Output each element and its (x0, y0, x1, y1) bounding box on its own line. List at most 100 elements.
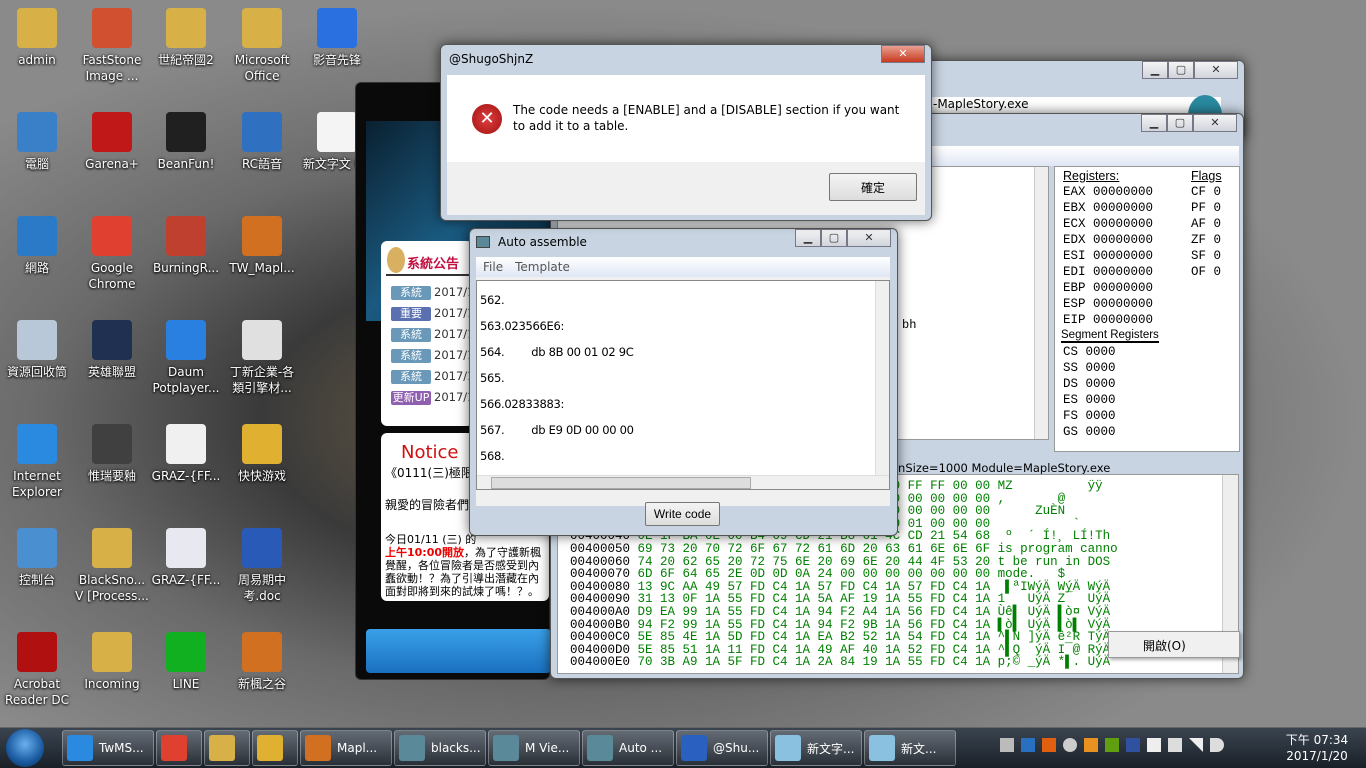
desktop-icon[interactable]: BeanFun! (149, 112, 223, 172)
announce-row[interactable]: 系統 2017/1 (391, 285, 474, 300)
maximize-button[interactable]: ▢ (1168, 61, 1194, 79)
flag-zf[interactable]: ZF 0 (1191, 233, 1221, 247)
flag-af[interactable]: AF 0 (1191, 217, 1221, 231)
desktop-icon[interactable]: 惟瑞要釉 (75, 424, 149, 484)
action-center-flag-icon[interactable] (1147, 738, 1161, 752)
start-button[interactable] (6, 729, 44, 767)
announce-row[interactable]: 重要 2017/1 (391, 306, 474, 321)
desktop-icon[interactable]: Garena+ (75, 112, 149, 172)
register-edx[interactable]: EDX 00000000 (1063, 233, 1153, 247)
desktop-icon[interactable]: Acrobat Reader DC (0, 632, 74, 708)
desktop-icon[interactable]: Microsoft Office (225, 8, 299, 84)
maximize-button[interactable]: ▢ (821, 229, 847, 247)
register-edi[interactable]: EDI 00000000 (1063, 265, 1153, 279)
vertical-scrollbar[interactable] (875, 281, 889, 475)
desktop-icon[interactable]: GRAZ-{FF... (149, 424, 223, 484)
desktop-icon[interactable]: 世紀帝國2 (149, 8, 223, 68)
menu-item-open[interactable]: 開啟(O) (1109, 632, 1239, 654)
minimize-button[interactable]: ▁ (795, 229, 821, 247)
desktop-icon-label: Incoming (84, 677, 140, 691)
taskbar-item[interactable]: 新文字... (770, 730, 862, 766)
close-button[interactable]: ✕ (881, 45, 925, 63)
taskbar-item[interactable] (204, 730, 250, 766)
announce-row[interactable]: 系統 2017/1 (391, 348, 474, 363)
flag-pf[interactable]: PF 0 (1191, 201, 1221, 215)
desktop-icon[interactable]: Google Chrome (75, 216, 149, 292)
desktop-icon[interactable]: 新楓之谷 (225, 632, 299, 692)
nvidia-icon[interactable] (1105, 738, 1119, 752)
update-icon[interactable] (1084, 738, 1098, 752)
desktop-icon[interactable]: 網路 (0, 216, 74, 276)
desktop-icon[interactable]: 控制台 (0, 528, 74, 588)
register-ebp[interactable]: EBP 00000000 (1063, 281, 1153, 295)
desktop-icon[interactable]: 英雄聯盟 (75, 320, 149, 380)
desktop-icon[interactable]: 電腦 (0, 112, 74, 172)
volume-icon[interactable] (1210, 738, 1224, 752)
desktop-icon[interactable]: Daum Potplayer... (149, 320, 223, 396)
flag-of[interactable]: OF 0 (1191, 265, 1221, 279)
desktop-icon[interactable]: 資源回收筒 (0, 320, 74, 380)
app-tray-icon[interactable] (1042, 738, 1056, 752)
announce-row[interactable]: 系統 2017/1 (391, 327, 474, 342)
register-esp[interactable]: ESP 00000000 (1063, 297, 1153, 311)
network-signal-icon[interactable] (1189, 738, 1203, 752)
taskbar-item[interactable]: 新文... (864, 730, 956, 766)
taskbar-item[interactable] (156, 730, 202, 766)
hex-row[interactable]: 004000E0 70 3B A9 1A 5F FD C4 1A 2A 84 1… (570, 656, 1110, 669)
disasm-scrollbar[interactable] (1034, 167, 1048, 439)
taskbar-item[interactable]: blacks... (394, 730, 486, 766)
minimize-button[interactable]: ▁ (1141, 114, 1167, 132)
desktop-icon[interactable]: TW_Mapl... (225, 216, 299, 276)
desktop-icon[interactable]: admin (0, 8, 74, 68)
announce-row[interactable]: 系統 2017/1 (391, 369, 474, 384)
disasm-text: bh (902, 318, 917, 332)
announce-title: 系統公告 (407, 257, 460, 272)
register-eip[interactable]: EIP 00000000 (1063, 313, 1153, 327)
register-ecx[interactable]: ECX 00000000 (1063, 217, 1153, 231)
notice-title: Notice (401, 442, 459, 463)
desktop-icon[interactable]: Internet Explorer (0, 424, 74, 500)
code-editor[interactable]: 562. 563.023566E6: 564. db 8B 00 01 02 9C 5… (476, 280, 890, 490)
desktop-icon[interactable]: Incoming (75, 632, 149, 692)
power-icon[interactable] (1168, 738, 1182, 752)
desktop-icon[interactable]: RC語音 (225, 112, 299, 172)
close-button[interactable]: ✕ (1194, 61, 1238, 79)
taskbar-item[interactable]: Mapl... (300, 730, 392, 766)
register-ebx[interactable]: EBX 00000000 (1063, 201, 1153, 215)
desktop-icon[interactable]: BurningR... (149, 216, 223, 276)
desktop-icon[interactable]: LINE (149, 632, 223, 692)
launcher-start-button[interactable] (366, 629, 551, 673)
segment-gs: GS 0000 (1063, 425, 1116, 439)
desktop-icon[interactable]: 丁新企業-各 類引擎材... (225, 320, 299, 396)
menu-file[interactable]: File (483, 260, 503, 274)
bluetooth-icon[interactable] (1063, 738, 1077, 752)
flag-sf[interactable]: SF 0 (1191, 249, 1221, 263)
clock[interactable]: 下午 07:34 2017/1/20 (1272, 732, 1362, 764)
register-eax[interactable]: EAX 00000000 (1063, 185, 1153, 199)
taskbar-item[interactable]: M Vie... (488, 730, 580, 766)
taskbar-item[interactable]: TwMS... (62, 730, 154, 766)
taskbar-item[interactable]: Auto ... (582, 730, 674, 766)
minimize-button[interactable]: ▁ (1142, 61, 1168, 79)
write-code-button[interactable]: Write code (645, 502, 720, 526)
cheat-engine-tray-icon[interactable] (1021, 738, 1035, 752)
register-esi[interactable]: ESI 00000000 (1063, 249, 1153, 263)
taskbar-item[interactable]: @Shu... (676, 730, 768, 766)
close-button[interactable]: ✕ (847, 229, 891, 247)
flag-cf[interactable]: CF 0 (1191, 185, 1221, 199)
desktop-icon[interactable]: 快快游戏 (225, 424, 299, 484)
desktop-icon[interactable]: GRAZ-{FF... (149, 528, 223, 588)
desktop-icon[interactable]: FastStone Image ... (75, 8, 149, 84)
keyboard-icon[interactable] (1000, 738, 1014, 752)
desktop-icon[interactable]: BlackSno... V [Process... (75, 528, 149, 604)
horizontal-scrollbar[interactable] (477, 475, 889, 489)
desktop-icon[interactable]: 周易期中考.doc (225, 528, 299, 604)
maximize-button[interactable]: ▢ (1167, 114, 1193, 132)
close-button[interactable]: ✕ (1193, 114, 1237, 132)
menu-template[interactable]: Template (515, 260, 570, 274)
announce-row[interactable]: 更新UP 2017/1 (391, 390, 474, 405)
ok-button[interactable]: 確定 (829, 173, 917, 201)
taskbar-item[interactable] (252, 730, 298, 766)
monitor-icon[interactable] (1126, 738, 1140, 752)
desktop-icon[interactable]: 影音先锋 (300, 8, 374, 68)
